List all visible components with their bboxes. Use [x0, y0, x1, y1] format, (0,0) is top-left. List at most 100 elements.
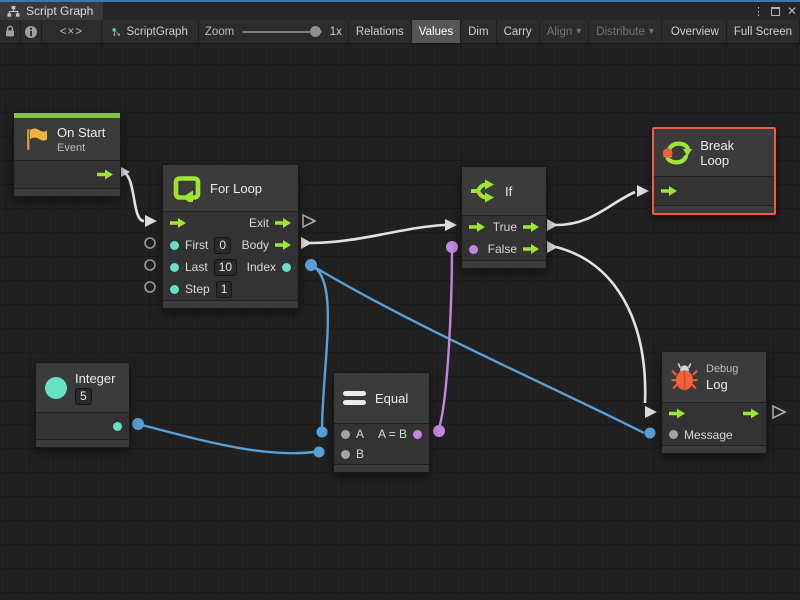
toolbar-button-align[interactable]: Align — [540, 20, 590, 43]
node-footer — [662, 445, 766, 453]
zoom-slider-handle[interactable] — [310, 26, 321, 37]
a-label: A — [356, 427, 364, 441]
button-label: Distribute — [596, 26, 645, 38]
false-label: False — [488, 242, 517, 256]
button-label: Full Screen — [734, 26, 792, 38]
condition-in-port[interactable] — [469, 245, 478, 254]
tab-strip: Script Graph — [0, 2, 800, 20]
node-title: If — [505, 184, 512, 199]
node-title: Break Loop — [700, 138, 765, 168]
flow-in-port[interactable] — [661, 186, 677, 197]
node-footer — [36, 439, 129, 447]
lock-icon — [4, 25, 16, 38]
row-true: True — [462, 216, 546, 238]
flow-in-port[interactable] — [170, 218, 186, 229]
last-value-field[interactable]: 10 — [214, 259, 237, 276]
graph-name-breadcrumb[interactable]: ScriptGraph — [102, 20, 199, 43]
first-in-port[interactable] — [170, 241, 179, 250]
zoom-label: Zoom — [205, 26, 234, 38]
toolbar-button-fullscreen[interactable]: Full Screen — [727, 20, 800, 43]
false-out-port[interactable] — [523, 244, 539, 255]
last-label: Last — [185, 260, 208, 274]
node-equal[interactable]: Equal A A = B B — [333, 372, 430, 473]
row-step: Step 1 — [163, 278, 298, 300]
flow-in-port[interactable] — [669, 408, 685, 419]
node-break-loop[interactable]: Break Loop — [652, 127, 776, 215]
button-label: Carry — [504, 26, 532, 38]
toolbar-button-overview[interactable]: Overview — [664, 20, 727, 43]
graph-tree-icon — [7, 5, 20, 18]
node-footer — [163, 300, 298, 308]
node-integer[interactable]: Integer 5 — [35, 362, 130, 448]
message-in-port[interactable] — [669, 430, 678, 439]
flow-out-port[interactable] — [743, 408, 759, 419]
button-label: Align — [547, 26, 573, 38]
body-label: Body — [242, 238, 269, 252]
inspect-button[interactable] — [21, 20, 42, 43]
message-label: Message — [684, 428, 733, 442]
button-label: Dim — [468, 26, 488, 38]
true-out-port[interactable] — [523, 222, 539, 233]
integer-value-field[interactable]: 5 — [75, 388, 92, 405]
row-flow-exit: Exit — [163, 212, 298, 234]
tab-script-graph[interactable]: Script Graph — [0, 2, 103, 20]
value-out-port[interactable] — [113, 422, 122, 431]
node-category: Debug — [706, 363, 738, 375]
step-value-field[interactable]: 1 — [216, 281, 233, 298]
b-in-port[interactable] — [341, 450, 350, 459]
row-message: Message — [662, 424, 766, 445]
flow-in-port[interactable] — [469, 222, 485, 233]
row-first-body: First 0 Body — [163, 234, 298, 256]
body-out-port[interactable] — [275, 240, 291, 251]
node-footer — [14, 188, 120, 196]
button-label: Overview — [671, 26, 719, 38]
node-title: For Loop — [210, 181, 262, 196]
info-icon — [24, 25, 38, 39]
exit-out-port[interactable] — [275, 218, 291, 229]
flow-out-port[interactable] — [97, 169, 113, 180]
node-if[interactable]: If True False — [461, 166, 547, 269]
last-in-port[interactable] — [170, 263, 179, 272]
code-icon: <×> — [60, 26, 83, 38]
loop-icon — [172, 174, 202, 202]
zoom-control: Zoom 1x — [199, 20, 349, 43]
toolbar-button-distribute[interactable]: Distribute — [589, 20, 662, 43]
first-label: First — [185, 238, 208, 252]
edit-source-button[interactable]: <×> — [42, 20, 102, 43]
node-footer — [654, 205, 774, 213]
row-b: B — [334, 444, 429, 464]
a-in-port[interactable] — [341, 430, 350, 439]
zoom-value: 1x — [330, 26, 342, 38]
lock-button[interactable] — [0, 20, 21, 43]
node-title: Integer — [75, 371, 115, 386]
index-out-port[interactable] — [282, 263, 291, 272]
window-close-icon[interactable]: ✕ — [787, 4, 797, 18]
node-title: Equal — [375, 391, 408, 406]
row-last-index: Last 10 Index — [163, 256, 298, 278]
window-maximize-icon[interactable] — [771, 7, 780, 16]
equals-icon — [343, 390, 367, 406]
tab-title: Script Graph — [26, 4, 93, 18]
node-on-start[interactable]: On Start Event — [13, 112, 121, 197]
zoom-slider[interactable] — [242, 31, 321, 33]
row-flow — [662, 403, 766, 424]
bug-icon — [671, 362, 698, 392]
toolbar-button-values[interactable]: Values — [412, 20, 461, 43]
first-value-field[interactable]: 0 — [214, 237, 231, 254]
toolbar-button-relations[interactable]: Relations — [349, 20, 412, 43]
toolbar-button-dim[interactable]: Dim — [461, 20, 496, 43]
index-label: Index — [247, 260, 276, 274]
exit-label: Exit — [249, 216, 269, 230]
graph-name: ScriptGraph — [126, 26, 187, 38]
node-title: Log — [706, 377, 738, 392]
toolbar-button-carry[interactable]: Carry — [497, 20, 540, 43]
node-debug-log[interactable]: Debug Log Message — [661, 351, 767, 454]
window-more-icon[interactable]: ⋮ — [753, 5, 764, 18]
flag-icon — [23, 126, 49, 152]
script-graph-icon — [112, 25, 121, 39]
result-out-port[interactable] — [413, 430, 422, 439]
window-controls: ⋮ ✕ — [753, 2, 797, 20]
node-for-loop[interactable]: For Loop Exit First 0 Body Last 10 Index… — [162, 164, 299, 309]
step-in-port[interactable] — [170, 285, 179, 294]
node-subtitle: Event — [57, 142, 105, 154]
